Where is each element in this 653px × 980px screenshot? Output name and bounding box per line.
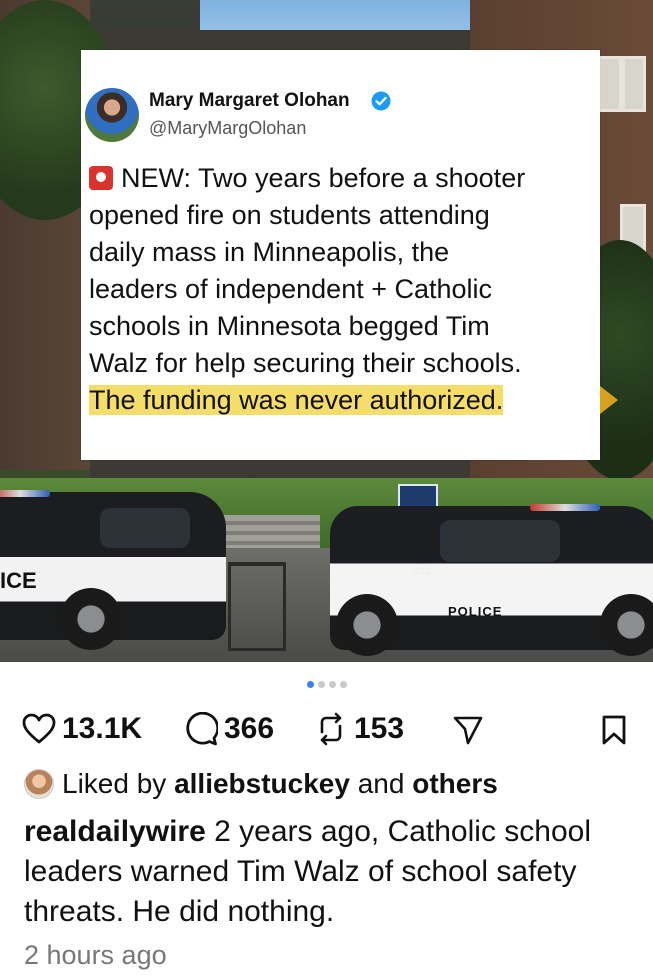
wheel (600, 594, 653, 656)
tweet-line: Walz for help securing their schools. (89, 348, 522, 378)
post-image[interactable]: ICE 431 POLICE Mary Margaret Olohan @Mar… (0, 0, 653, 662)
car-window (440, 520, 560, 562)
post-timestamp: 2 hours ago (24, 940, 167, 970)
author-handle: @MaryMargOlohan (149, 118, 307, 138)
caption-author[interactable]: realdailywire (24, 815, 206, 848)
liked-by-user[interactable]: alliebstuckey (174, 768, 350, 800)
carousel-dot[interactable] (317, 681, 325, 688)
ice-vehicle: ICE (0, 490, 226, 650)
tweet-line: NEW: Two years before a shooter (121, 163, 526, 193)
light-bar (530, 504, 600, 511)
window (598, 56, 622, 112)
tweet-line: daily mass in Minneapolis, the (89, 237, 450, 267)
ice-label: ICE (0, 568, 37, 593)
police-label: POLICE (448, 604, 503, 619)
bookmark-icon (602, 715, 626, 745)
comment-icon (186, 712, 218, 746)
car-window (100, 508, 190, 548)
unit-number: 431 (414, 566, 431, 577)
police-vehicle: 431 POLICE (330, 504, 653, 656)
carousel-dot[interactable] (328, 681, 336, 688)
repost-count: 153 (354, 712, 405, 745)
window (622, 56, 646, 112)
wheel (60, 588, 122, 650)
tweet-line: schools in Minnesota begged Tim (89, 311, 490, 341)
heart-icon (22, 713, 56, 744)
siren-icon (89, 166, 113, 190)
like-button[interactable]: 13.1K (22, 712, 142, 746)
highlighted-line: The funding was never authorized. (89, 385, 504, 415)
like-count: 13.1K (62, 712, 143, 745)
repost-button[interactable]: 153 (314, 712, 404, 746)
tweet-line: leaders of independent + Catholic (89, 274, 493, 304)
repost-icon (320, 712, 342, 746)
liker-avatar (24, 769, 54, 799)
comment-count: 366 (224, 712, 275, 745)
carousel-indicator (0, 681, 653, 688)
author-avatar (85, 88, 139, 142)
share-icon (453, 716, 483, 745)
tweet-text: NEW: Two years before a shooter opened f… (89, 160, 594, 419)
carousel-dot-active[interactable] (306, 681, 314, 688)
action-bar: 13.1K 366 153 (22, 712, 634, 752)
light-bar (0, 490, 50, 497)
liked-by-row[interactable]: Liked by alliebstuckey and others (24, 768, 498, 800)
wheel (336, 594, 398, 656)
tweet-line: opened fire on students attending (89, 200, 490, 230)
bookmark-button[interactable] (600, 714, 628, 746)
post-caption: realdailywire 2 years ago, Catholic scho… (24, 812, 624, 932)
liked-by-others[interactable]: others (412, 768, 498, 800)
liked-by-prefix: Liked by (62, 768, 167, 799)
next-arrow-icon[interactable] (600, 386, 618, 414)
comment-button[interactable]: 366 (184, 712, 274, 746)
utility-cart (228, 562, 286, 651)
liked-by-and: and (357, 768, 405, 799)
carousel-dot[interactable] (339, 681, 347, 688)
embedded-tweet-card: Mary Margaret Olohan @MaryMargOlohan NEW… (81, 50, 600, 460)
author-name: Mary Margaret Olohan (149, 90, 350, 111)
share-button[interactable] (452, 714, 484, 746)
verified-icon (371, 91, 391, 111)
